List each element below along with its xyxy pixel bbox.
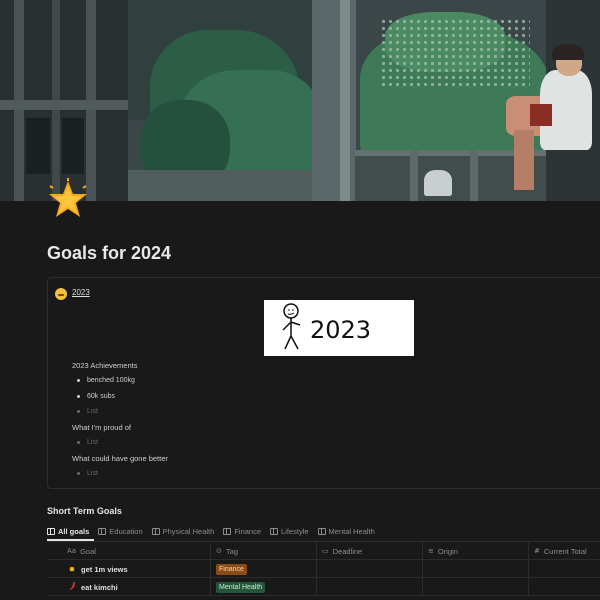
tab-mental-health[interactable]: Mental Health xyxy=(317,526,375,537)
text-property-icon: Aa xyxy=(67,547,77,555)
table-header-row: Aa Goal ⊙ Tag ▭ Deadline ≡ Origin # Curr… xyxy=(47,542,600,560)
number-property-icon: # xyxy=(534,547,540,555)
tag-cell[interactable]: Mental Health xyxy=(211,578,317,596)
tab-label: Mental Health xyxy=(328,527,375,536)
column-header-label: Deadline xyxy=(332,546,363,556)
stick-figure-drawing[interactable]: 2023 xyxy=(264,300,414,356)
deadline-cell[interactable] xyxy=(317,560,423,578)
cover-image[interactable] xyxy=(0,0,600,201)
select-property-icon: ⊙ xyxy=(216,547,222,555)
cover-person-shin xyxy=(514,130,534,190)
column-header-current-total[interactable]: # Current Total xyxy=(529,542,600,560)
achievements-list: benched 100kg 60k subs List xyxy=(77,376,135,423)
cover-window-pane xyxy=(26,118,50,174)
cover-person-book xyxy=(530,104,552,126)
stick-figure-icon: 2023 xyxy=(282,303,371,350)
table-icon xyxy=(151,528,160,535)
list-property-icon: ≡ xyxy=(428,547,434,555)
column-header-goal[interactable]: Aa Goal xyxy=(47,542,211,560)
list-item[interactable]: benched 100kg xyxy=(77,376,135,392)
goal-title[interactable]: eat kimchi xyxy=(81,583,118,592)
date-property-icon: ▭ xyxy=(322,547,329,555)
table-icon xyxy=(317,528,326,535)
better-heading[interactable]: What could have gone better xyxy=(72,454,168,463)
list-item[interactable]: 60k subs xyxy=(77,392,135,408)
smirking-face-icon[interactable] xyxy=(55,288,67,300)
table-icon xyxy=(47,528,55,535)
goals-table: Aa Goal ⊙ Tag ▭ Deadline ≡ Origin # Curr… xyxy=(47,542,600,596)
origin-cell[interactable] xyxy=(423,578,529,596)
table-icon xyxy=(270,528,279,535)
sun-icon: ✹ xyxy=(68,564,76,574)
goal-title[interactable]: get 1m views xyxy=(81,565,128,574)
column-header-deadline[interactable]: ▭ Deadline xyxy=(317,542,423,560)
column-header-tag[interactable]: ⊙ Tag xyxy=(211,542,317,560)
cover-cat xyxy=(424,170,452,196)
cover-window-pane xyxy=(62,118,84,174)
table-icon xyxy=(98,528,107,535)
tab-label: All goals xyxy=(58,527,90,536)
column-header-label: Goal xyxy=(80,546,96,556)
database-title[interactable]: Short Term Goals xyxy=(47,506,122,516)
tab-education[interactable]: Education xyxy=(98,526,143,537)
database-view-tabs: All goals Education Physical Health Fina… xyxy=(47,526,375,540)
chili-pepper-icon xyxy=(67,581,77,593)
deadline-cell[interactable] xyxy=(317,578,423,596)
tab-label: Education xyxy=(109,527,143,536)
tag-cell[interactable]: Finance xyxy=(211,560,317,578)
tab-label: Finance xyxy=(234,527,262,536)
proud-heading[interactable]: What I'm proud of xyxy=(72,423,131,432)
current-total-cell[interactable] xyxy=(529,578,600,596)
column-header-origin[interactable]: ≡ Origin xyxy=(423,542,529,560)
tab-finance[interactable]: Finance xyxy=(223,526,261,537)
list-item-placeholder[interactable]: List xyxy=(77,438,98,454)
chili-pepper-svg xyxy=(69,581,76,590)
callout-title-link[interactable]: 2023 xyxy=(72,288,90,297)
goal-cell[interactable]: eat kimchi xyxy=(47,578,211,596)
star-emoji-icon xyxy=(49,178,87,217)
cover-railing-post xyxy=(410,150,418,201)
callout-2023[interactable]: 2023 2023 2023 Achievements benched 100k… xyxy=(47,277,600,489)
drawing-text: 2023 xyxy=(310,316,371,344)
tag-badge: Mental Health xyxy=(216,581,266,593)
tag-badge: Finance xyxy=(216,563,247,575)
proud-list: List xyxy=(77,438,98,454)
table-icon xyxy=(223,528,232,535)
cover-person-hair xyxy=(552,44,584,60)
tab-all-goals[interactable]: All goals xyxy=(47,526,89,537)
list-item-placeholder[interactable]: List xyxy=(77,407,135,423)
cover-flowers xyxy=(380,18,530,88)
list-item-placeholder[interactable]: List xyxy=(77,469,98,485)
current-total-cell[interactable] xyxy=(529,560,600,578)
goal-cell[interactable]: ✹ get 1m views xyxy=(47,560,211,578)
table-row[interactable]: ✹ get 1m views Finance xyxy=(47,560,600,578)
cover-railing-post xyxy=(470,150,478,201)
cover-window-beam xyxy=(0,100,128,110)
tab-label: Lifestyle xyxy=(281,527,309,536)
column-header-label: Tag xyxy=(225,546,238,556)
column-header-label: Current Total xyxy=(543,546,587,556)
tab-lifestyle[interactable]: Lifestyle xyxy=(270,526,309,537)
column-header-label: Origin xyxy=(437,546,458,556)
origin-cell[interactable] xyxy=(423,560,529,578)
tab-physical-health[interactable]: Physical Health xyxy=(151,526,215,537)
tab-label: Physical Health xyxy=(162,527,215,536)
page-title[interactable]: Goals for 2024 xyxy=(47,243,171,264)
achievements-heading[interactable]: 2023 Achievements xyxy=(72,361,137,370)
table-row[interactable]: eat kimchi Mental Health xyxy=(47,578,600,596)
better-list: List xyxy=(77,469,98,485)
cover-pillar-highlight xyxy=(340,0,350,201)
star-icon[interactable] xyxy=(46,178,90,222)
